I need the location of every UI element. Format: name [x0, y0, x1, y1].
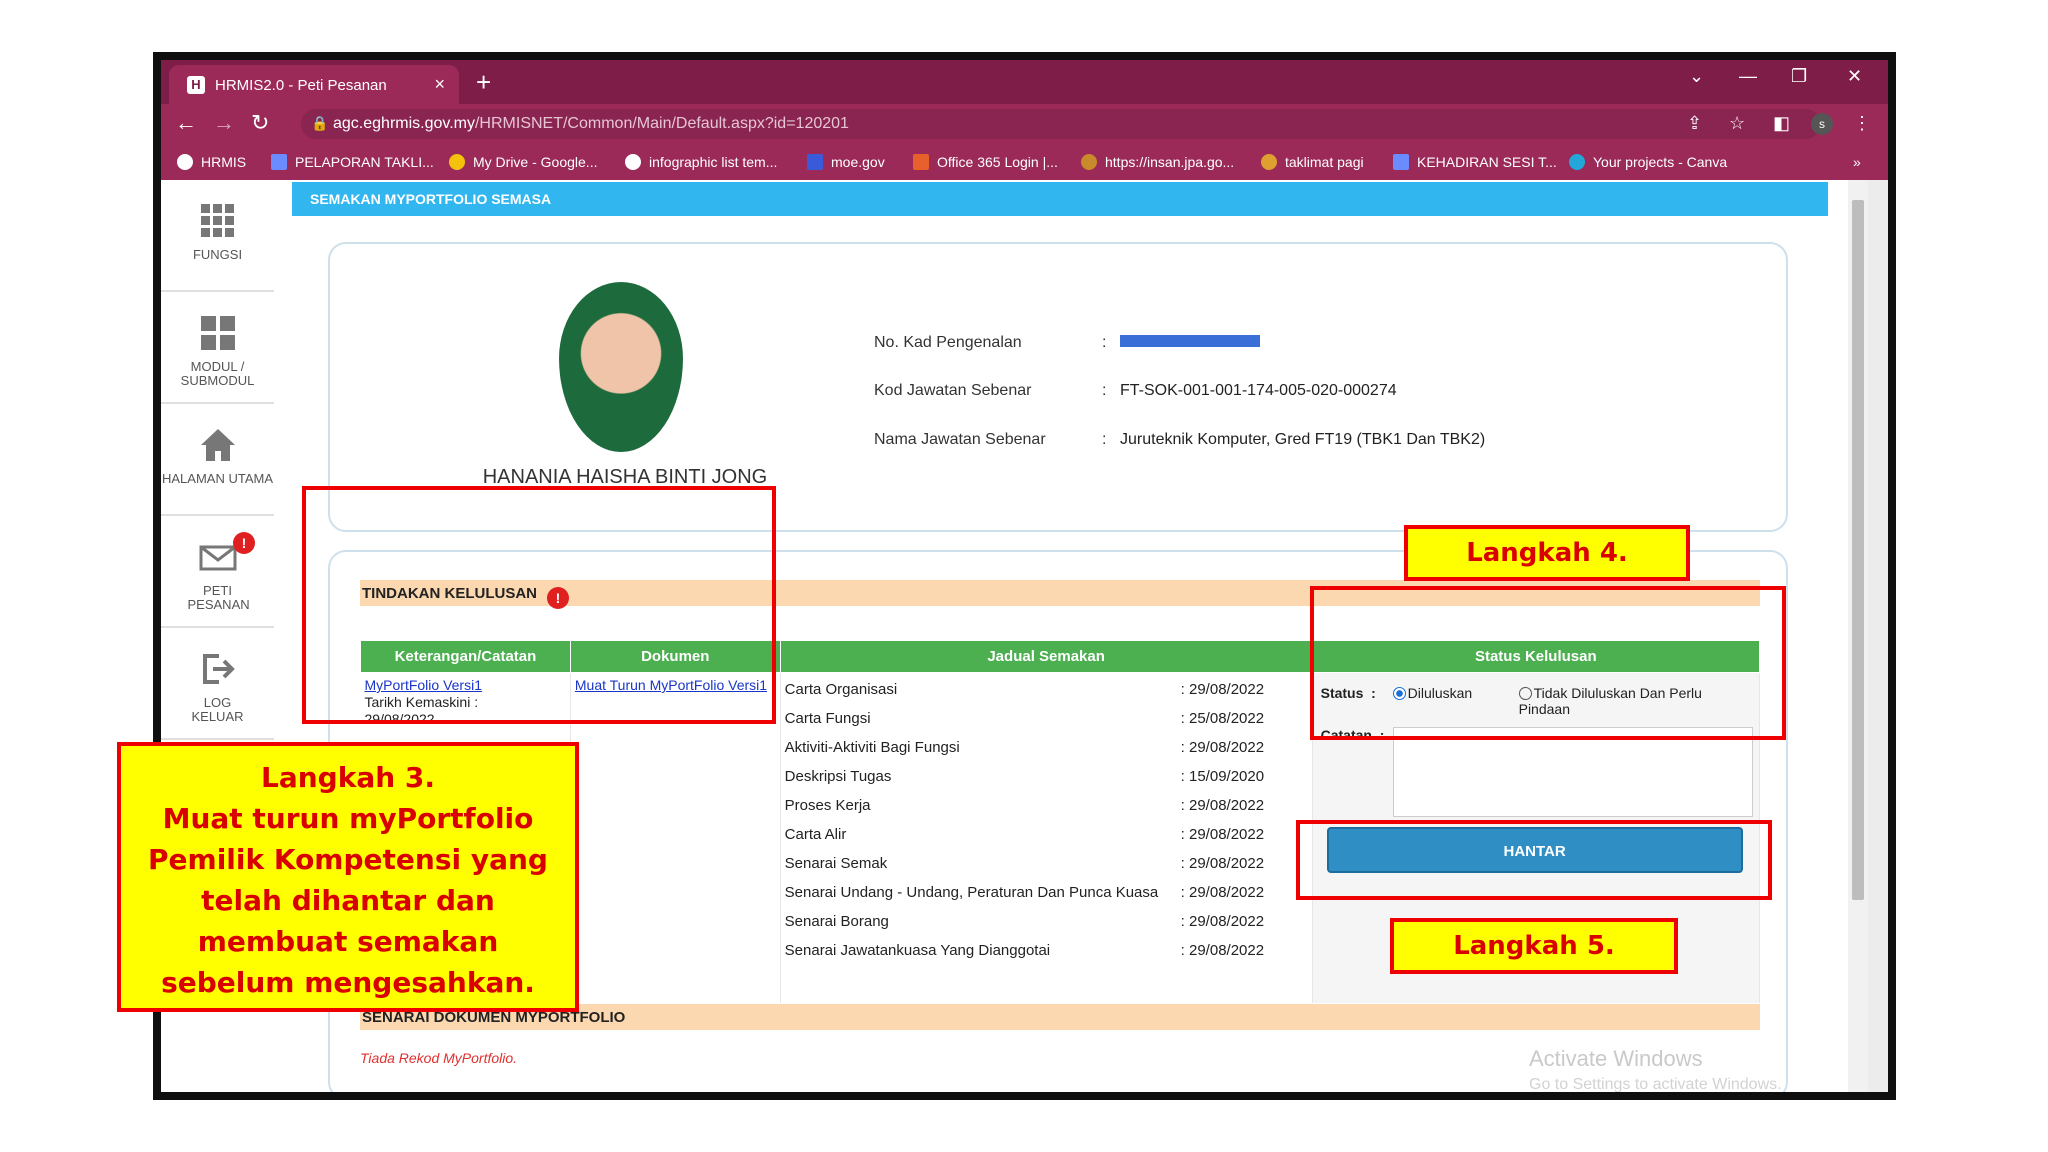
menu-kebab-icon[interactable]: ⋮	[1853, 113, 1871, 134]
annotation-step3-title: Langkah 3.	[260, 761, 436, 794]
annotation-box-step3	[302, 486, 776, 724]
modules-icon	[200, 316, 235, 350]
annotation-note-step4: Langkah 4.	[1404, 525, 1690, 581]
tab-close-icon[interactable]: ×	[434, 74, 445, 95]
office-icon	[913, 154, 929, 170]
bookmarks-bar: HRMIS PELAPORAN TAKLI... My Drive - Goog…	[161, 144, 1888, 180]
list-item: Carta Fungsi: 25/08/2022	[784, 710, 1265, 727]
bookmark-item[interactable]: My Drive - Google...	[449, 154, 597, 170]
google-icon	[625, 154, 641, 170]
list-item: Carta Organisasi: 29/08/2022	[784, 681, 1265, 698]
annotation-box-step4	[1310, 586, 1786, 740]
annotation-step3-body: Muat turun myPortfolio Pemilik Kompetens…	[148, 802, 548, 999]
field-value-ic	[1120, 334, 1260, 352]
list-item: Senarai Undang - Undang, Peraturan Dan P…	[784, 884, 1265, 901]
field-separator: :	[1102, 334, 1107, 351]
url-field[interactable]: 🔒 agc.eghrmis.gov.my/HRMISNET/Common/Mai…	[301, 109, 1821, 139]
annotation-note-step3: Langkah 3. Muat turun myPortfolio Pemili…	[117, 742, 579, 1012]
nav-item-modul[interactable]: MODUL / SUBMODUL	[161, 292, 274, 404]
notification-badge-icon: !	[233, 532, 255, 554]
field-separator: :	[1102, 431, 1107, 448]
nav-label: MODUL / SUBMODUL	[180, 359, 255, 388]
address-bar-row: ← → ↻ 🔒 agc.eghrmis.gov.my/HRMISNET/Comm…	[161, 104, 1888, 144]
new-tab-icon[interactable]: +	[476, 67, 491, 98]
list-item: Aktiviti-Aktiviti Bagi Fungsi: 29/08/202…	[784, 739, 1265, 756]
field-value-nama-jawatan: Juruteknik Komputer, Gred FT19 (TBK1 Dan…	[1120, 431, 1486, 448]
canva-icon	[1569, 154, 1585, 170]
empty-record-text: Tiada Rekod MyPortfolio.	[360, 1050, 518, 1066]
nav-item-halaman-utama[interactable]: HALAMAN UTAMA	[161, 404, 274, 516]
tab-search-chevron-icon[interactable]: ⌄	[1689, 66, 1704, 87]
hrmis-favicon-icon: H	[187, 76, 205, 94]
list-item: Proses Kerja: 29/08/2022	[784, 797, 1265, 814]
tab-active[interactable]: H HRMIS2.0 - Peti Pesanan ×	[169, 65, 459, 104]
close-window-icon[interactable]: ✕	[1847, 66, 1862, 87]
side-panel-icon[interactable]: ◧	[1773, 113, 1790, 134]
list-item: Deskripsi Tugas: 15/09/2020	[784, 768, 1265, 785]
grid-icon	[200, 204, 234, 237]
nav-label: LOG KELUAR	[191, 695, 244, 724]
bookmark-star-icon[interactable]: ☆	[1729, 113, 1745, 134]
restore-icon[interactable]: ❐	[1791, 66, 1807, 87]
reload-icon[interactable]: ↻	[251, 110, 269, 136]
envelope-icon	[199, 545, 236, 571]
list-icon	[271, 154, 287, 170]
list-item: Senarai Borang: 29/08/2022	[784, 913, 1265, 930]
list-item: Senarai Jawatankuasa Yang Dianggotai: 29…	[784, 942, 1265, 959]
nav-label: PETI PESANAN	[187, 583, 250, 612]
tab-title: HRMIS2.0 - Peti Pesanan	[215, 77, 387, 94]
annotation-note-step5: Langkah 5.	[1390, 918, 1678, 974]
bookmarks-overflow-icon[interactable]: »	[1853, 154, 1861, 170]
field-label-kod: Kod Jawatan Sebenar	[874, 382, 1032, 399]
bookmark-item[interactable]: Your projects - Canva	[1569, 154, 1727, 170]
meeting-icon	[1261, 154, 1277, 170]
bookmark-item[interactable]: moe.gov	[807, 154, 885, 170]
scrollbar-thumb[interactable]	[1852, 200, 1864, 900]
nav-label: HALAMAN UTAMA	[162, 471, 273, 486]
column-header: Jadual Semakan	[779, 640, 1313, 673]
list-item: Carta Alir: 29/08/2022	[784, 826, 1265, 843]
field-label-nama-jawatan: Nama Jawatan Sebenar	[874, 431, 1046, 448]
bookmark-item[interactable]: KEHADIRAN SESI T...	[1393, 154, 1557, 170]
share-icon[interactable]: ⇪	[1687, 113, 1702, 134]
lock-icon: 🔒	[311, 115, 329, 131]
bookmark-item[interactable]: taklimat pagi	[1261, 154, 1364, 170]
field-value-kod: FT-SOK-001-001-174-005-020-000274	[1120, 382, 1397, 399]
nav-item-fungsi[interactable]: FUNGSI	[161, 180, 274, 292]
annotation-box-step5	[1296, 820, 1772, 900]
activate-windows-subtitle: Go to Settings to activate Windows.	[1529, 1076, 1782, 1092]
google-drive-icon	[449, 154, 465, 170]
redacted-value	[1120, 335, 1260, 347]
bookmark-item[interactable]: infographic list tem...	[625, 154, 777, 170]
profile-avatar[interactable]: s	[1811, 113, 1833, 135]
bookmark-item[interactable]: PELAPORAN TAKLI...	[271, 154, 434, 170]
nav-item-log-keluar[interactable]: LOG KELUAR	[161, 628, 274, 740]
minimize-icon[interactable]: —	[1739, 66, 1757, 87]
bookmark-item[interactable]: HRMIS	[177, 154, 246, 170]
home-icon	[200, 429, 235, 461]
jadual-semakan-list: Carta Organisasi: 29/08/2022 Carta Fungs…	[780, 672, 1313, 1003]
forward-icon[interactable]: →	[213, 110, 235, 136]
list-item: Senarai Semak: 29/08/2022	[784, 855, 1265, 872]
nav-label: FUNGSI	[192, 247, 243, 262]
nav-item-peti-pesanan[interactable]: ! PETI PESANAN	[161, 516, 274, 628]
bookmark-item[interactable]: Office 365 Login |...	[913, 154, 1058, 170]
avatar	[559, 282, 683, 452]
tab-bar: H HRMIS2.0 - Peti Pesanan × + ⌄ — ❐ ✕	[161, 60, 1888, 104]
globe-icon	[177, 154, 193, 170]
bookmark-item[interactable]: https://insan.jpa.go...	[1081, 154, 1234, 170]
list-icon	[1393, 154, 1409, 170]
word-icon	[807, 154, 823, 170]
field-separator: :	[1102, 382, 1107, 399]
jpa-icon	[1081, 154, 1097, 170]
url-host: agc.eghrmis.gov.my	[333, 115, 475, 132]
page-title: SEMAKAN MYPORTFOLIO SEMASA	[292, 182, 1828, 216]
activate-windows-title: Activate Windows	[1529, 1046, 1703, 1071]
url-path: /HRMISNET/Common/Main/Default.aspx?id=12…	[474, 115, 849, 132]
back-icon[interactable]: ←	[175, 110, 197, 136]
field-label-ic: No. Kad Pengenalan	[874, 334, 1022, 351]
logout-icon	[202, 654, 235, 684]
catatan-textarea[interactable]	[1392, 727, 1753, 817]
scrollbar[interactable]	[1848, 180, 1868, 1092]
